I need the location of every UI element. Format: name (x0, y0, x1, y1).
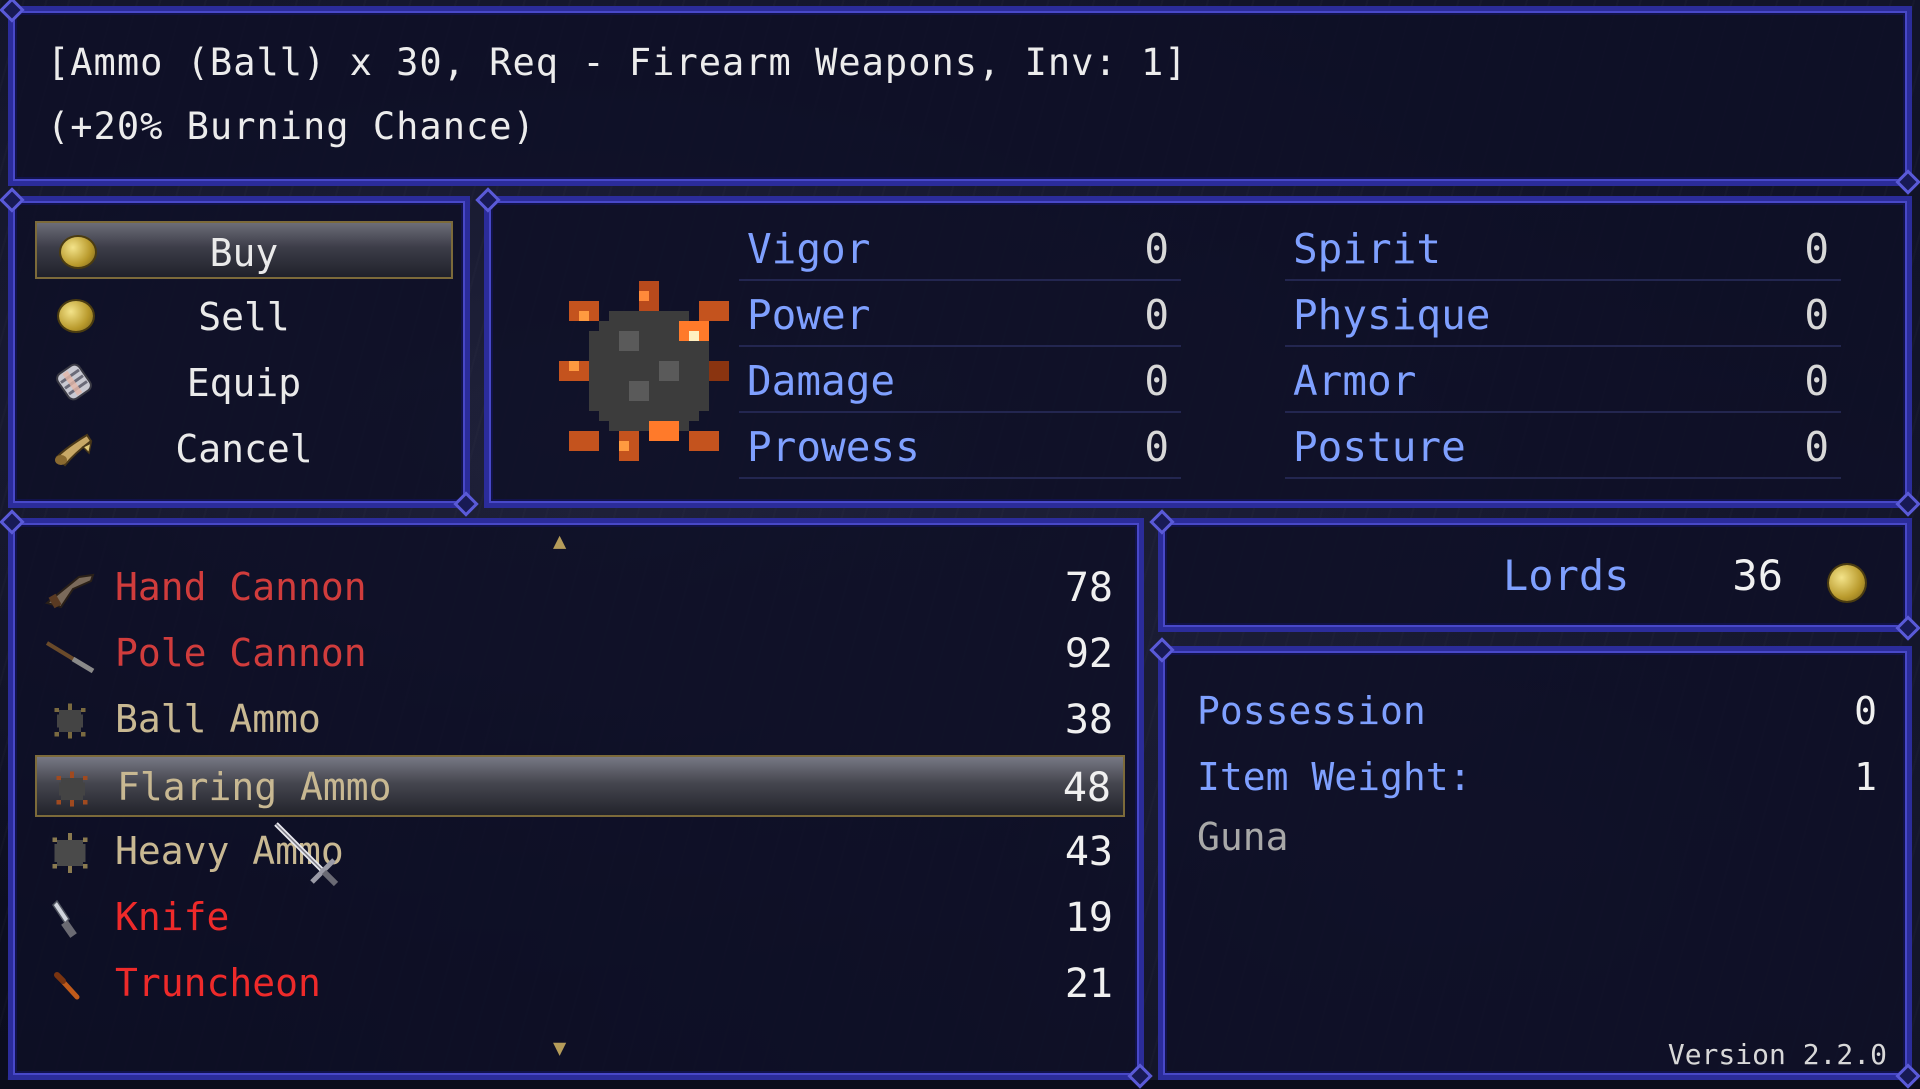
item-description-line-1: [Ammo (Ball) x 30, Req - Firearm Weapons… (47, 41, 1188, 84)
item-name: Ball Ammo (115, 697, 321, 741)
stat-posture: Posture 0 (1285, 417, 1841, 479)
item-price: 19 (1064, 895, 1113, 941)
stat-value: 0 (1804, 357, 1829, 405)
stat-name: Damage (747, 357, 896, 405)
item-price: 38 (1064, 697, 1113, 743)
item-weight-value: 1 (1854, 755, 1877, 799)
sword-cursor-icon (274, 822, 339, 887)
stat-name: Armor (1293, 357, 1417, 405)
version-label: Version 2.2.0 (1667, 1038, 1887, 1071)
stat-name: Vigor (747, 225, 871, 273)
stat-name: Posture (1293, 423, 1466, 471)
ball-ammo-icon (54, 703, 86, 739)
stat-armor: Armor 0 (1285, 351, 1841, 413)
stat-damage: Damage 0 (739, 351, 1181, 413)
status-window: Vigor 0 Power 0 Damage 0 Prowess 0 Spiri… (484, 196, 1912, 508)
stat-prowess: Prowess 0 (739, 417, 1181, 479)
item-info-window: Possession 0 Item Weight: 1 Guna Version… (1158, 646, 1912, 1080)
list-item[interactable]: Heavy Ammo 43 (35, 821, 1125, 883)
shop-item-list: ▲ Hand Cannon 78 Pole Cannon 92 Ball Amm… (8, 518, 1144, 1080)
possession-row: Possession 0 (1197, 681, 1877, 741)
list-item[interactable]: Knife 19 (35, 887, 1125, 949)
list-item[interactable]: Hand Cannon 78 (35, 557, 1125, 619)
currency-label: Lords (1503, 551, 1630, 600)
stat-value: 0 (1144, 291, 1169, 339)
item-name: Flaring Ammo (117, 765, 392, 809)
scroll-up-arrow-icon[interactable]: ▲ (553, 529, 566, 554)
stat-value: 0 (1804, 423, 1829, 471)
spiked-ball-ammo-icon (559, 281, 729, 461)
stat-vigor: Vigor 0 (739, 219, 1181, 281)
stat-name: Physique (1293, 291, 1491, 339)
item-description-line-2: (+20% Burning Chance) (47, 105, 536, 148)
heavy-ammo-icon (52, 833, 88, 873)
possession-value: 0 (1854, 689, 1877, 733)
possession-label: Possession (1197, 689, 1426, 733)
item-price: 21 (1064, 961, 1113, 1007)
item-weight-label: Item Weight: (1197, 755, 1472, 799)
stat-name: Power (747, 291, 871, 339)
sell-label: Sell (198, 295, 290, 339)
stat-value: 0 (1144, 225, 1169, 273)
stat-value: 0 (1804, 291, 1829, 339)
stat-value: 0 (1144, 423, 1169, 471)
item-category: Guna (1197, 815, 1289, 859)
item-price: 92 (1064, 631, 1113, 677)
list-item-selected[interactable]: Flaring Ammo 48 (35, 755, 1125, 817)
equip-command[interactable]: Equip (35, 353, 453, 411)
scroll-down-arrow-icon[interactable]: ▼ (553, 1036, 566, 1061)
item-price: 48 (1062, 765, 1111, 811)
item-price: 43 (1064, 829, 1113, 875)
help-window: [Ammo (Ball) x 30, Req - Firearm Weapons… (8, 6, 1912, 186)
list-item[interactable]: Ball Ammo 38 (35, 689, 1125, 751)
stat-spirit: Spirit 0 (1285, 219, 1841, 281)
stat-name: Prowess (747, 423, 920, 471)
item-name: Pole Cannon (115, 631, 367, 675)
pole-cannon-icon (45, 641, 95, 674)
list-item[interactable]: Truncheon 21 (35, 953, 1125, 1015)
cancel-command[interactable]: Cancel (35, 419, 453, 477)
stat-name: Spirit (1293, 225, 1442, 273)
gold-window: Lords 36 (1158, 518, 1912, 632)
sell-command[interactable]: Sell (35, 287, 453, 345)
coin-icon (1829, 565, 1865, 601)
item-price: 78 (1064, 565, 1113, 611)
item-name: Hand Cannon (115, 565, 367, 609)
item-weight-row: Item Weight: 1 (1197, 747, 1877, 807)
buy-label: Buy (209, 231, 279, 275)
hand-cannon-icon (44, 573, 95, 609)
stat-value: 0 (1144, 357, 1169, 405)
cancel-label: Cancel (175, 427, 313, 471)
knife-icon (52, 899, 77, 938)
stat-power: Power 0 (739, 285, 1181, 347)
stat-value: 0 (1804, 225, 1829, 273)
currency-amount: 36 (1732, 551, 1783, 600)
item-name: Knife (115, 895, 230, 939)
item-name: Truncheon (115, 961, 321, 1005)
stat-physique: Physique 0 (1285, 285, 1841, 347)
command-window: Buy Sell Equip Cancel (8, 196, 470, 508)
buy-command[interactable]: Buy (35, 221, 453, 279)
list-item[interactable]: Pole Cannon 92 (35, 623, 1125, 685)
flaring-ammo-icon (56, 771, 88, 807)
truncheon-icon (54, 972, 80, 1000)
equip-label: Equip (186, 361, 302, 405)
